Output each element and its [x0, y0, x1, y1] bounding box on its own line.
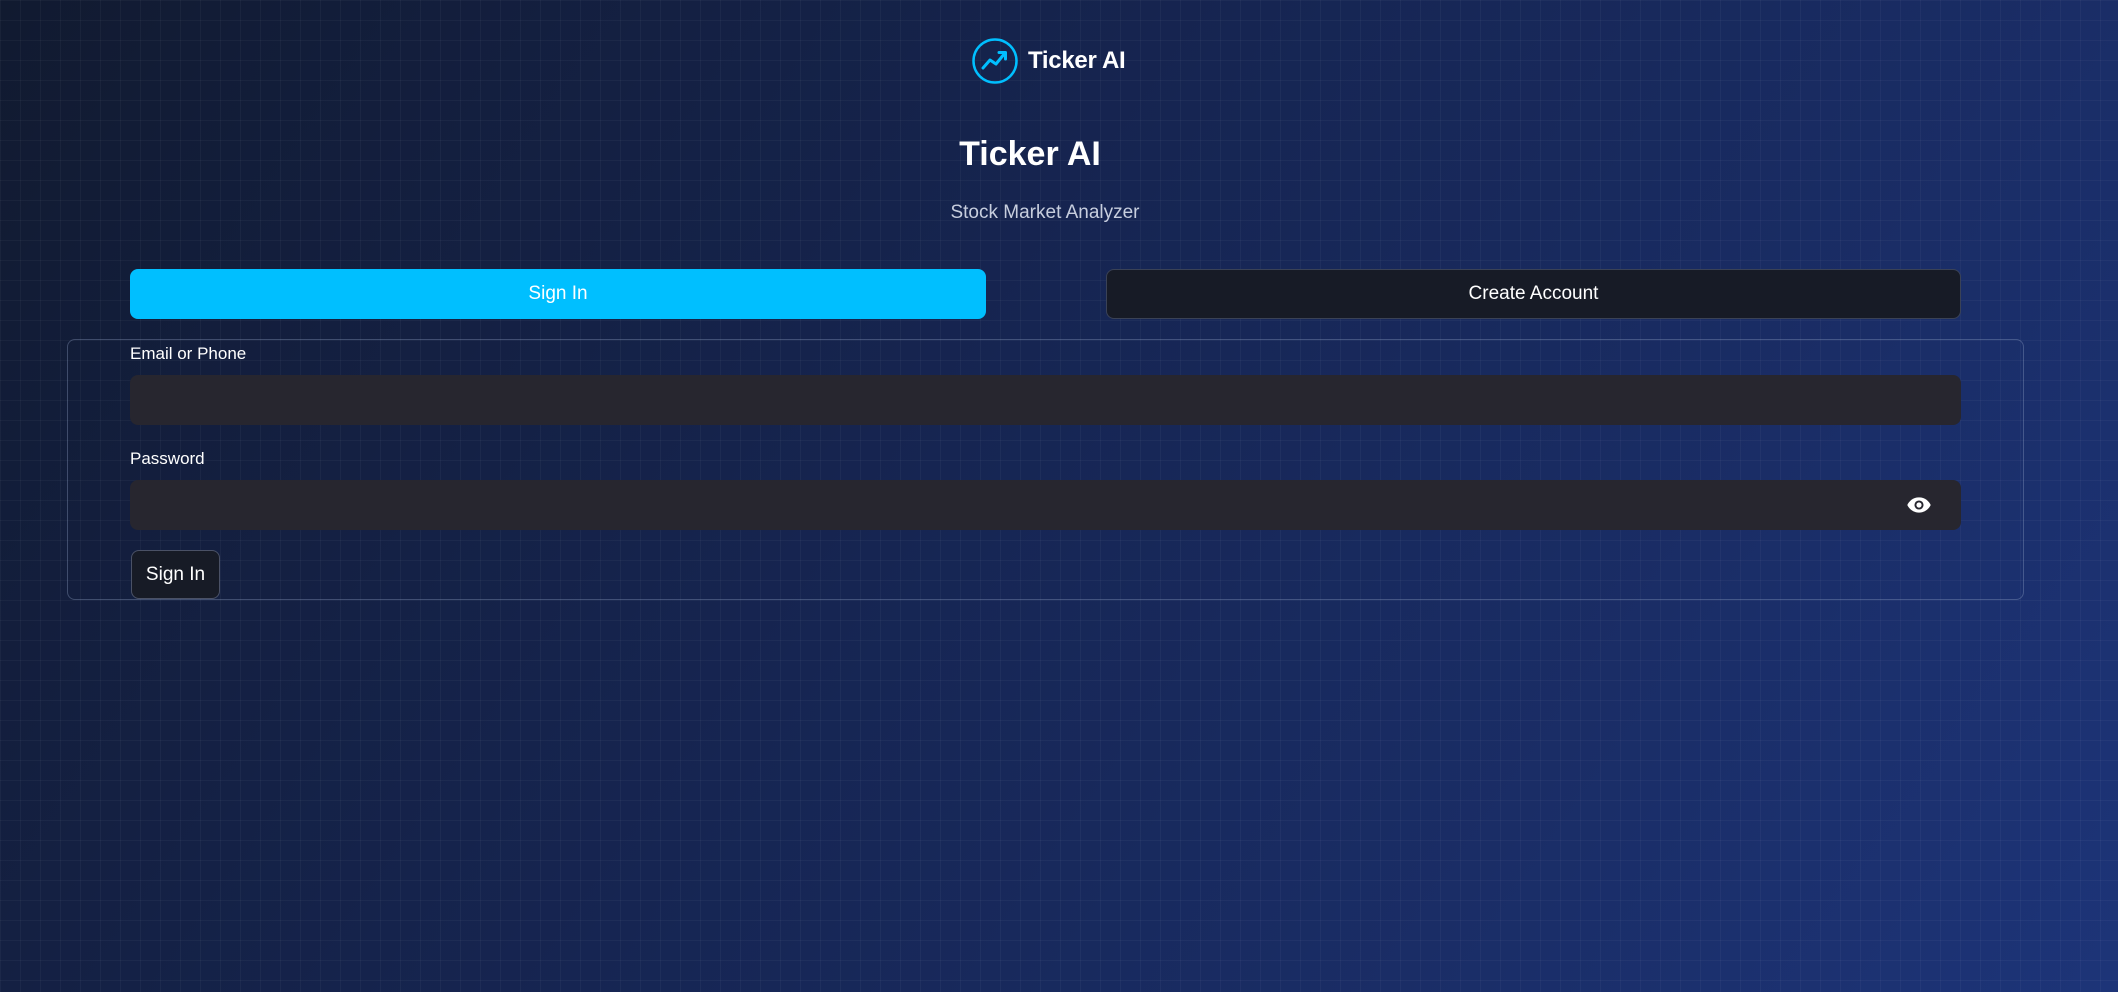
password-label: Password — [130, 449, 205, 468]
trend-chart-icon — [972, 38, 1018, 84]
email-input[interactable] — [130, 375, 1961, 425]
tab-sign-in[interactable]: Sign In — [130, 269, 986, 319]
eye-icon — [1907, 497, 1931, 513]
page-subtitle: Stock Market Analyzer — [950, 202, 1140, 223]
brand-name: Ticker AI — [1028, 47, 1126, 74]
password-input[interactable] — [130, 480, 1961, 530]
sign-in-button[interactable]: Sign In — [131, 550, 220, 599]
email-label: Email or Phone — [130, 344, 247, 363]
page-title: Ticker AI — [959, 135, 1101, 173]
tab-create-account[interactable]: Create Account — [1106, 269, 1961, 319]
show-password-toggle[interactable] — [1905, 491, 1933, 519]
brand-header: Ticker AI — [971, 37, 1126, 85]
